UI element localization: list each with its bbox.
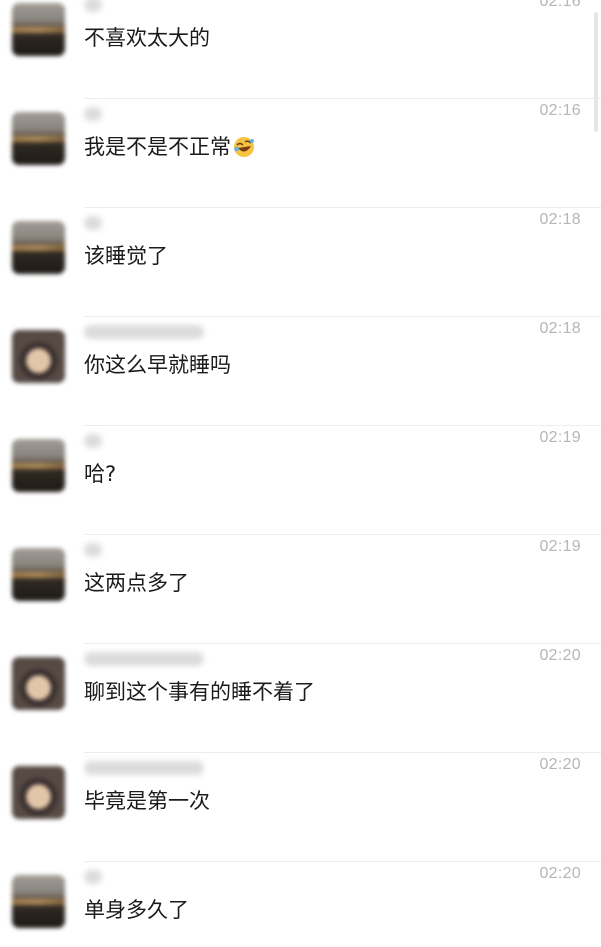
chat-message[interactable]: 02:19 哈? <box>0 426 601 535</box>
chat-message[interactable]: 02:20 单身多久了 <box>0 862 601 947</box>
message-time: 02:20 <box>539 865 581 882</box>
sender-name-blurred <box>84 870 102 884</box>
sender-name-blurred <box>84 107 102 121</box>
sender-name-blurred <box>84 652 204 666</box>
chat-message[interactable]: 02:20 聊到这个事有的睡不着了 <box>0 644 601 753</box>
message-time: 02:16 <box>539 0 581 10</box>
message-text: 毕竟是第一次 <box>84 789 210 813</box>
chat-message[interactable]: 02:18 该睡觉了 <box>0 208 601 317</box>
message-time: 02:20 <box>539 756 581 773</box>
message-text: 单身多久了 <box>84 898 189 922</box>
sender-name-blurred <box>84 0 102 12</box>
message-text: 我是不是不正常 <box>84 135 231 159</box>
message-text: 不喜欢太大的 <box>84 26 210 50</box>
sender-name-blurred <box>84 434 102 448</box>
scrollbar[interactable] <box>594 12 598 132</box>
message-time: 02:16 <box>539 102 581 119</box>
chat-message[interactable]: 02:18 你这么早就睡吗 <box>0 317 601 426</box>
sender-name-blurred <box>84 761 204 775</box>
avatar[interactable] <box>12 548 65 601</box>
rolling-on-floor-laughing-icon <box>233 136 255 158</box>
avatar[interactable] <box>12 875 65 928</box>
avatar[interactable] <box>12 439 65 492</box>
message-time: 02:20 <box>539 647 581 664</box>
message-text: 你这么早就睡吗 <box>84 353 231 377</box>
sender-name-blurred <box>84 216 102 230</box>
chat-screen: 02:16 不喜欢太大的 02:16 我是不是不正常 02:18 该睡觉了 02… <box>0 0 601 947</box>
avatar[interactable] <box>12 3 65 56</box>
message-time: 02:18 <box>539 211 581 228</box>
message-text-row: 我是不是不正常 <box>84 131 255 161</box>
avatar[interactable] <box>12 330 65 383</box>
message-time: 02:19 <box>539 429 581 446</box>
message-text: 聊到这个事有的睡不着了 <box>84 680 315 704</box>
avatar[interactable] <box>12 221 65 274</box>
avatar[interactable] <box>12 112 65 165</box>
chat-message[interactable]: 02:16 不喜欢太大的 <box>0 0 601 99</box>
chat-message[interactable]: 02:16 我是不是不正常 <box>0 99 601 208</box>
chat-message[interactable]: 02:19 这两点多了 <box>0 535 601 644</box>
message-text: 该睡觉了 <box>84 244 168 268</box>
message-text: 哈? <box>84 462 117 486</box>
avatar[interactable] <box>12 766 65 819</box>
message-time: 02:19 <box>539 538 581 555</box>
avatar[interactable] <box>12 657 65 710</box>
sender-name-blurred <box>84 543 102 557</box>
chat-message[interactable]: 02:20 毕竟是第一次 <box>0 753 601 862</box>
sender-name-blurred <box>84 325 204 339</box>
message-time: 02:18 <box>539 320 581 337</box>
message-text: 这两点多了 <box>84 571 189 595</box>
